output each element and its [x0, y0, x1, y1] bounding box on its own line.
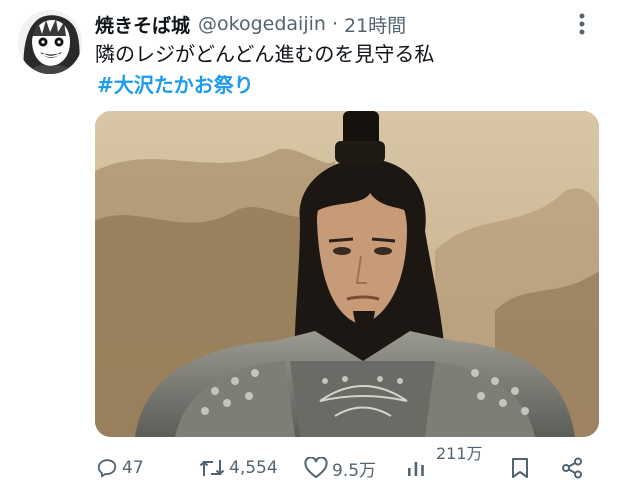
heart-icon	[304, 457, 328, 478]
tweet-text: 隣のレジがどんどん進むのを見守る私	[95, 42, 435, 66]
photo-armored-warrior	[95, 111, 599, 437]
like-count: 9.5万	[332, 460, 377, 481]
retweet-button[interactable]: 4,554	[199, 454, 278, 482]
retweet-icon	[199, 460, 225, 476]
reply-count: 47	[122, 458, 144, 478]
more-vertical-icon	[579, 13, 585, 35]
avatar-illustration-icon	[18, 10, 82, 74]
share-button[interactable]	[561, 454, 583, 482]
views-button[interactable]	[406, 454, 426, 482]
retweet-count: 4,554	[229, 458, 278, 478]
more-options-button[interactable]	[570, 12, 594, 36]
tweet-media-photo[interactable]	[95, 111, 599, 437]
reply-button[interactable]: 47	[96, 454, 144, 482]
reply-icon	[97, 459, 117, 478]
tweet: 焼きそば城 @okogedaijin · 21時間 隣のレジがどんどん進むのを見…	[0, 0, 617, 497]
hashtag-link[interactable]: #大沢たかお祭り	[97, 72, 254, 98]
share-icon	[562, 457, 582, 479]
timestamp[interactable]: 21時間	[344, 11, 406, 38]
user-handle[interactable]: @okogedaijin	[198, 13, 326, 35]
separator-dot: ·	[331, 13, 338, 35]
views-bar-chart-icon	[408, 462, 424, 476]
bookmark-button[interactable]	[510, 454, 530, 482]
display-name[interactable]: 焼きそば城	[95, 11, 190, 38]
tweet-header: 焼きそば城 @okogedaijin · 21時間	[95, 10, 406, 38]
views-count: 211万	[436, 444, 483, 463]
avatar[interactable]	[18, 10, 82, 74]
bookmark-icon	[512, 458, 528, 478]
like-button[interactable]: 9.5万	[304, 454, 376, 482]
action-bar: 47 4,554 9.5万 211万	[0, 440, 617, 497]
